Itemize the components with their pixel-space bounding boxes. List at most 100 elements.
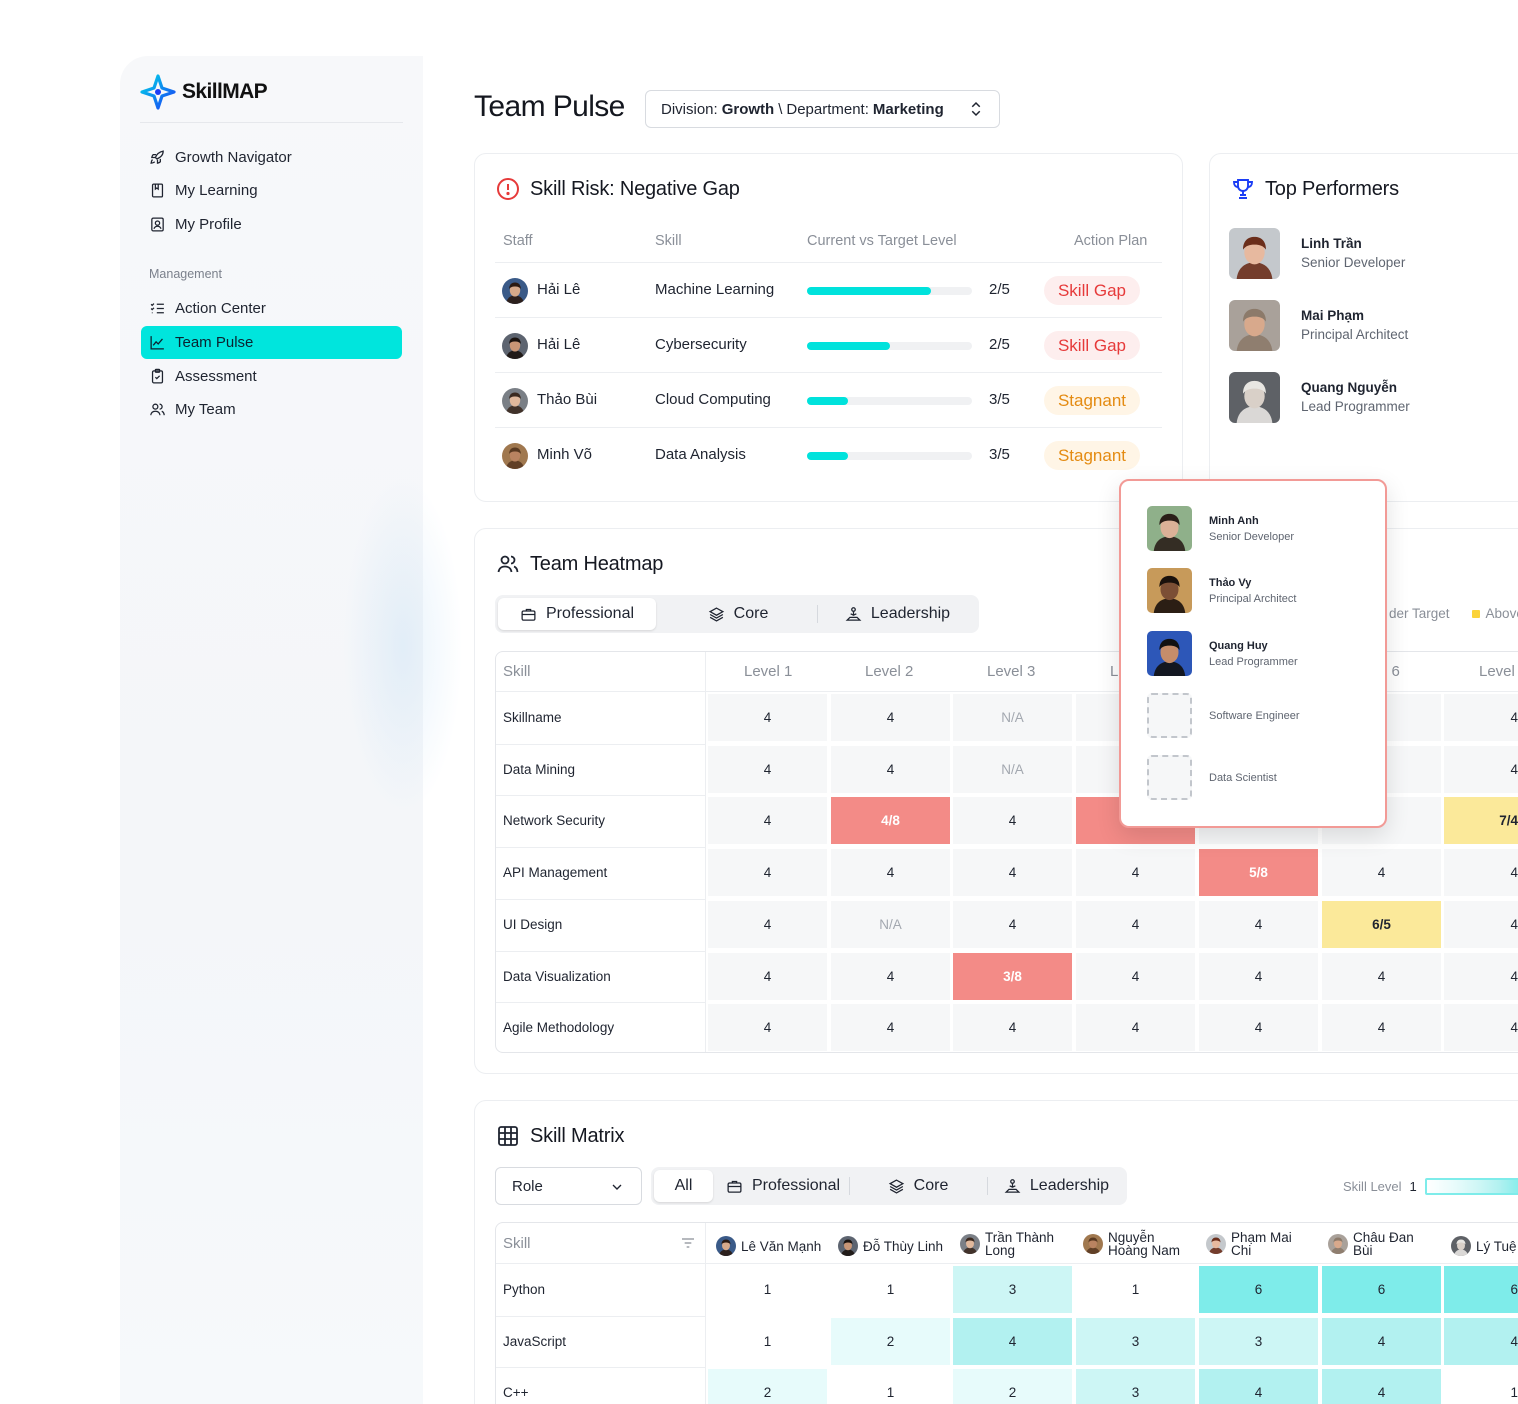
matrix-cell[interactable]: 3 (1199, 1317, 1318, 1365)
heatmap-cell[interactable]: 4 (1199, 952, 1318, 1000)
action-plan-badge[interactable]: Skill Gap (1043, 331, 1140, 360)
matrix-cell[interactable]: 2 (953, 1369, 1072, 1404)
tab-core[interactable]: Core (661, 598, 815, 630)
heatmap-cell[interactable]: 4 (1444, 952, 1518, 1000)
matrix-cell[interactable]: 2 (708, 1369, 827, 1404)
matrix-cell[interactable]: 4 (953, 1317, 1072, 1365)
heatmap-cell[interactable]: 4 (953, 1004, 1072, 1052)
tab-leadership[interactable]: Leadership (819, 598, 976, 630)
heatmap-cell[interactable]: 4 (1199, 1004, 1318, 1052)
heatmap-cell[interactable]: 4 (1076, 900, 1195, 948)
matrix-cell[interactable]: 3 (1076, 1317, 1195, 1365)
heatmap-cell[interactable]: 4 (708, 694, 827, 741)
employee-header[interactable]: Lê Văn Mạnh (716, 1236, 821, 1256)
matrix-cell[interactable]: 4 (1444, 1317, 1518, 1365)
heatmap-cell[interactable]: 3/8 (953, 952, 1072, 1000)
heatmap-cell[interactable]: 4 (708, 1004, 827, 1052)
tab-core[interactable]: Core (851, 1170, 985, 1202)
tab-leadership[interactable]: Leadership (989, 1170, 1124, 1202)
heatmap-cell[interactable]: 4 (708, 797, 827, 845)
app-logo[interactable]: SkillMAP (140, 74, 268, 110)
section-label-management: Management (149, 267, 222, 281)
matrix-cell[interactable]: 3 (1076, 1369, 1195, 1404)
matrix-cell[interactable]: 4 (1322, 1369, 1441, 1404)
filter-icon[interactable] (680, 1235, 696, 1251)
heatmap-cell[interactable]: 4 (831, 952, 950, 1000)
heatmap-cell[interactable]: N/A (953, 745, 1072, 793)
heatmap-cell[interactable]: 4 (1076, 849, 1195, 897)
heatmap-cell[interactable]: 4 (708, 952, 827, 1000)
heatmap-cell[interactable]: 4 (831, 1004, 950, 1052)
heatmap-cell[interactable]: 4 (1322, 1004, 1441, 1052)
heatmap-cell[interactable]: 4 (953, 797, 1072, 845)
action-plan-badge[interactable]: Skill Gap (1043, 276, 1140, 305)
tab-professional[interactable]: Professional (717, 1170, 849, 1202)
heatmap-cell[interactable]: 4 (1444, 694, 1518, 741)
matrix-cell[interactable]: 6 (1322, 1266, 1441, 1313)
layers-icon (708, 606, 724, 622)
sidebar-item-my-learning[interactable]: My Learning (141, 174, 402, 207)
employee-header[interactable]: Nguyễn Hoàng Nam (1083, 1231, 1180, 1257)
action-plan-badge[interactable]: Stagnant (1043, 441, 1140, 470)
sidebar-item-growth-navigator[interactable]: Growth Navigator (141, 141, 402, 174)
matrix-tabs: All Professional Core Leadership (651, 1167, 1127, 1205)
heatmap-cell[interactable]: 4 (831, 694, 950, 741)
sidebar-item-action-center[interactable]: Action Center (141, 292, 402, 325)
matrix-cell[interactable]: 1 (708, 1317, 827, 1365)
matrix-cell[interactable]: 1 (1076, 1266, 1195, 1313)
column-header-skill: Skill (503, 1235, 531, 1252)
heatmap-cell[interactable]: 4 (1444, 849, 1518, 897)
matrix-cell[interactable]: 1 (831, 1369, 950, 1404)
heatmap-cell[interactable]: 4 (1076, 1004, 1195, 1052)
risk-row[interactable]: Hải Lê Machine Learning 2/5 Skill Gap (495, 262, 1162, 317)
heatmap-cell[interactable]: 7/4 (1444, 797, 1518, 845)
matrix-cell[interactable]: 2 (831, 1317, 950, 1365)
division-department-select[interactable]: Division: Growth \ Department: Marketing (645, 90, 1000, 128)
risk-row[interactable]: Hải Lê Cybersecurity 2/5 Skill Gap (495, 317, 1162, 372)
matrix-cell[interactable]: 4 (1322, 1317, 1441, 1365)
heatmap-cell[interactable]: 4 (831, 745, 950, 793)
sidebar-item-team-pulse[interactable]: Team Pulse (141, 326, 402, 359)
employee-header[interactable]: Trần Thành Long (960, 1231, 1054, 1257)
risk-row[interactable]: Minh Võ Data Analysis 3/5 Stagnant (495, 427, 1162, 482)
tab-professional[interactable]: Professional (498, 598, 656, 630)
sidebar-item-my-team[interactable]: My Team (141, 393, 402, 426)
heatmap-cell[interactable]: 4 (708, 745, 827, 793)
matrix-cell[interactable]: 3 (953, 1266, 1072, 1313)
heatmap-cell[interactable]: 4 (831, 849, 950, 897)
heatmap-cell[interactable]: 4 (1444, 745, 1518, 793)
heatmap-cell[interactable]: 4 (1322, 849, 1441, 897)
heatmap-cell[interactable]: 5/8 (1199, 849, 1318, 897)
heatmap-cell[interactable]: 4 (708, 849, 827, 897)
sidebar-item-assessment[interactable]: Assessment (141, 360, 402, 393)
heatmap-cell[interactable]: 4 (953, 900, 1072, 948)
heatmap-cell[interactable]: N/A (953, 694, 1072, 741)
sidebar-item-my-profile[interactable]: My Profile (141, 208, 402, 241)
heatmap-cell[interactable]: 4 (1444, 900, 1518, 948)
heatmap-cell[interactable]: 4 (708, 900, 827, 948)
matrix-cell[interactable]: 1 (831, 1266, 950, 1313)
employee-header[interactable]: Châu Đan Bùi (1328, 1231, 1414, 1257)
heatmap-cell[interactable]: N/A (831, 900, 950, 948)
employee-header[interactable]: Phạm Mai Chi (1206, 1231, 1292, 1257)
role-select[interactable]: Role (495, 1167, 642, 1205)
tab-all[interactable]: All (654, 1170, 713, 1202)
employee-header[interactable]: Lý Tuệ (1451, 1236, 1517, 1256)
performer-name: Linh Trần (1301, 236, 1362, 251)
matrix-cell[interactable]: 1 (708, 1266, 827, 1313)
divider (496, 847, 706, 849)
heatmap-cell[interactable]: 6/5 (1322, 900, 1441, 948)
matrix-cell[interactable]: 4 (1199, 1369, 1318, 1404)
matrix-cell[interactable]: 6 (1444, 1266, 1518, 1313)
heatmap-cell[interactable]: 4 (953, 849, 1072, 897)
action-plan-badge[interactable]: Stagnant (1043, 386, 1140, 415)
employee-header[interactable]: Đỗ Thùy Linh (838, 1236, 943, 1256)
heatmap-cell[interactable]: 4 (1076, 952, 1195, 1000)
heatmap-cell[interactable]: 4 (1322, 952, 1441, 1000)
heatmap-cell[interactable]: 4 (1199, 900, 1318, 948)
risk-row[interactable]: Thảo Bùi Cloud Computing 3/5 Stagnant (495, 372, 1162, 427)
matrix-cell[interactable]: 6 (1199, 1266, 1318, 1313)
heatmap-cell[interactable]: 4 (1444, 1004, 1518, 1052)
matrix-cell[interactable]: 1 (1444, 1369, 1518, 1404)
heatmap-cell[interactable]: 4/8 (831, 797, 950, 845)
